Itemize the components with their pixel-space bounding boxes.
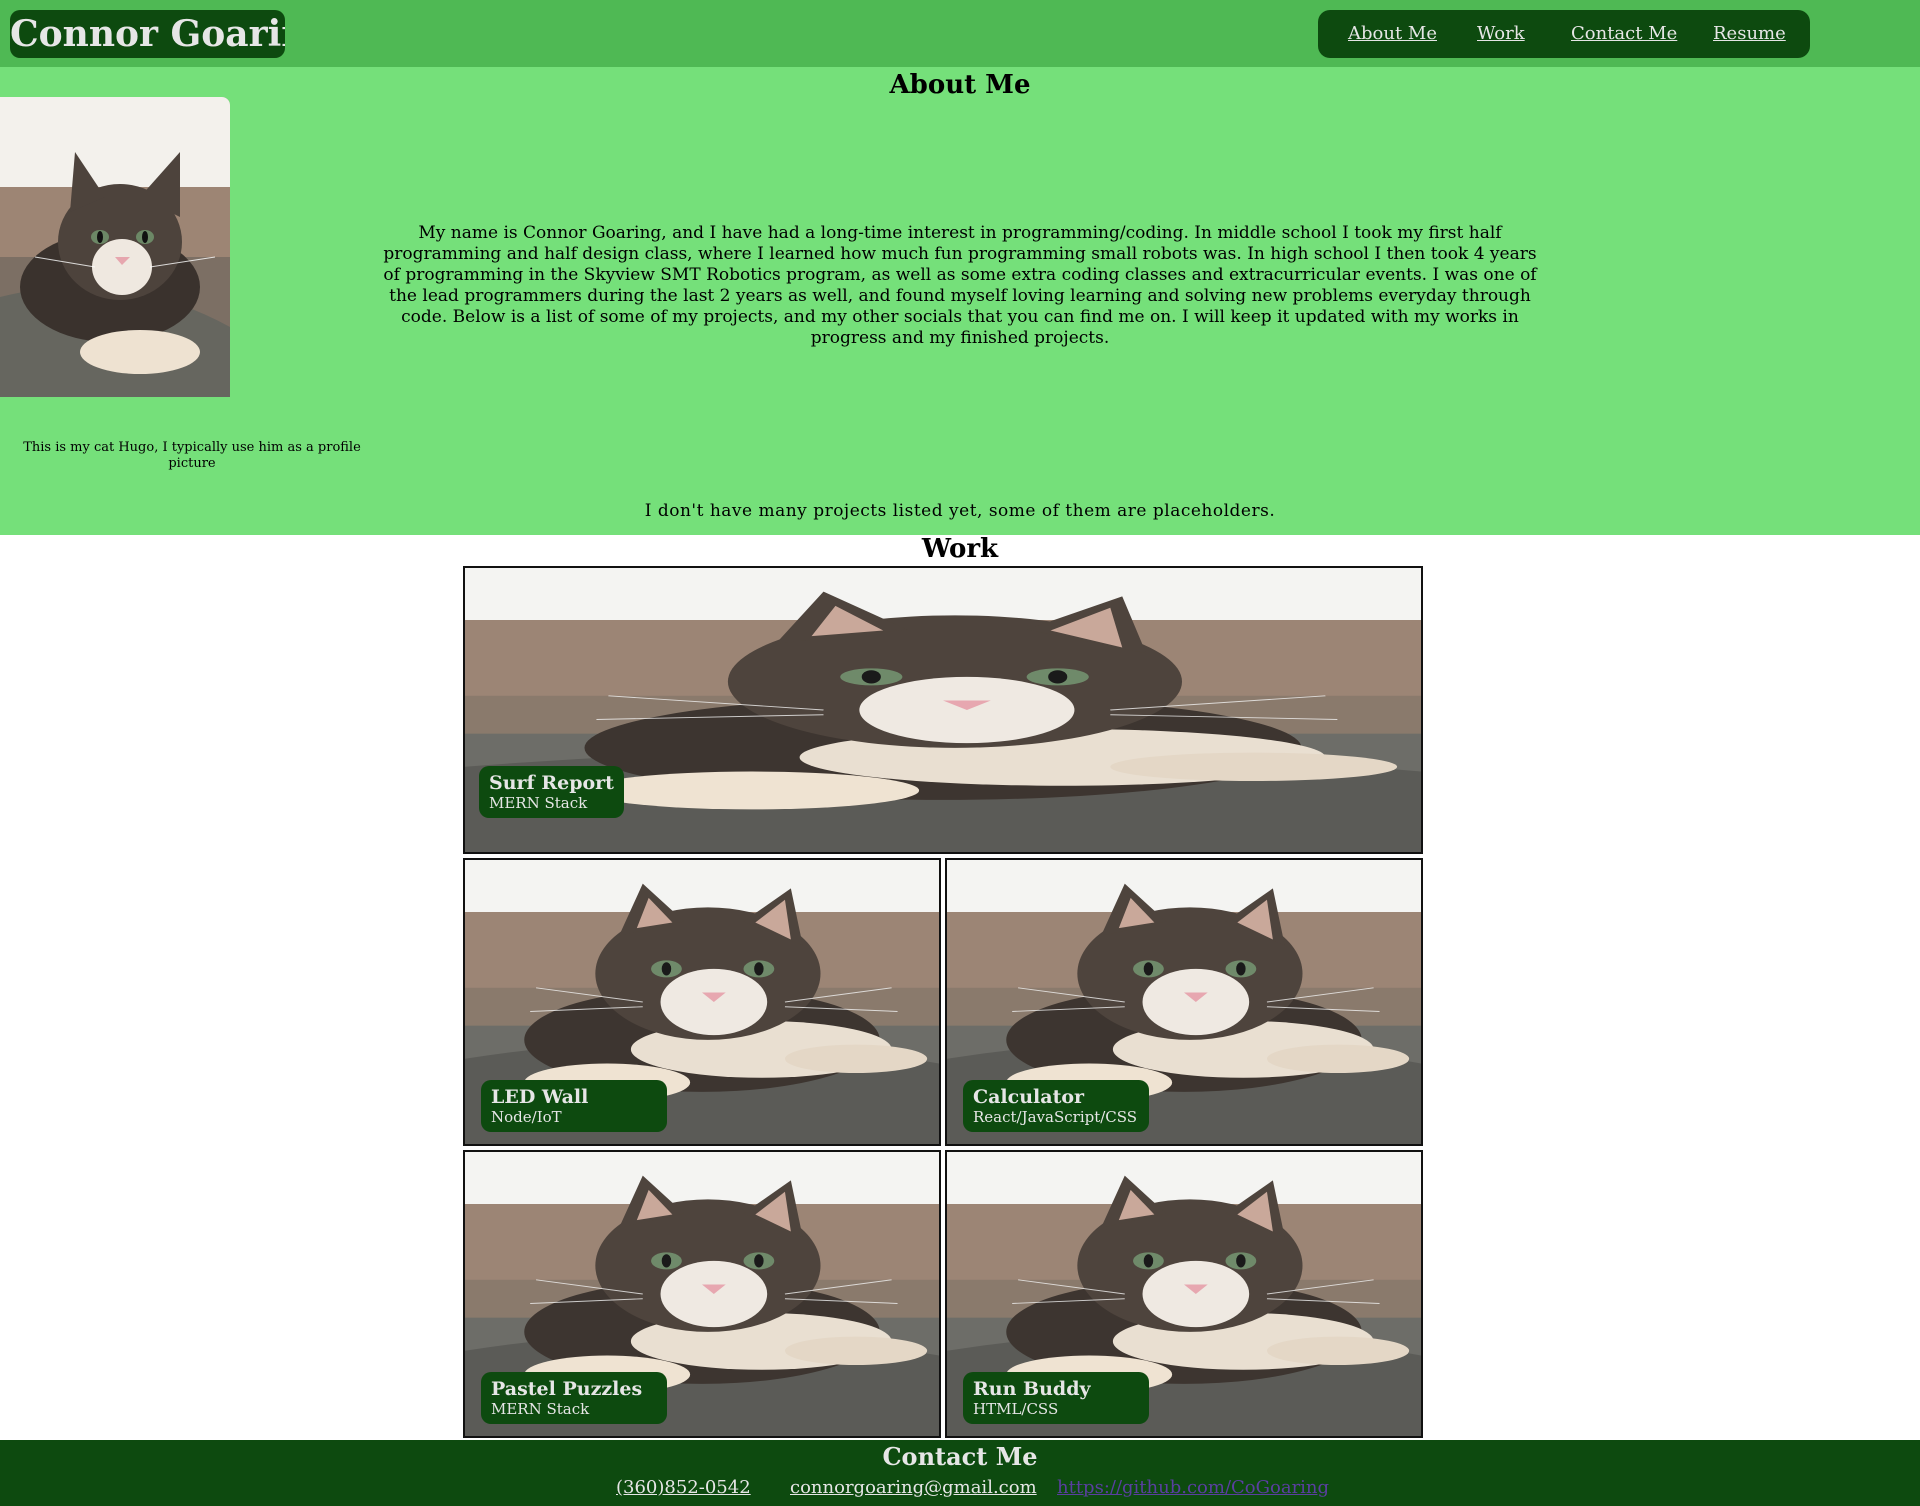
- contact-email-link[interactable]: connorgoaring@gmail.com: [790, 1476, 1037, 1500]
- project-label: Calculator React/JavaScript/CSS: [963, 1080, 1149, 1132]
- project-tech: Node/IoT: [491, 1108, 562, 1126]
- project-tech: MERN Stack: [491, 1400, 590, 1418]
- project-name: Pastel Puzzles: [491, 1378, 643, 1400]
- about-section: About Me This is my cat Hugo, I typicall…: [0, 67, 1920, 535]
- project-label: Surf Report MERN Stack: [479, 766, 624, 818]
- project-card-calculator[interactable]: Calculator React/JavaScript/CSS: [945, 858, 1423, 1146]
- site-header: Connor Goaring About Me Work Contact Me …: [0, 0, 1920, 67]
- project-card-surf-report[interactable]: Surf Report MERN Stack: [463, 566, 1423, 854]
- contact-phone-link[interactable]: (360)852-0542: [616, 1476, 751, 1500]
- nav-resume[interactable]: Resume: [1713, 10, 1786, 58]
- projects-note: I don't have many projects listed yet, s…: [644, 501, 1276, 521]
- project-name: Run Buddy: [973, 1378, 1091, 1400]
- project-card-led-wall[interactable]: LED Wall Node/IoT: [463, 858, 941, 1146]
- profile-caption: This is my cat Hugo, I typically use him…: [23, 440, 361, 471]
- site-brand[interactable]: Connor Goaring: [10, 10, 285, 58]
- nav-about-me[interactable]: About Me: [1348, 10, 1437, 58]
- about-title: About Me: [889, 70, 1031, 100]
- project-label: Pastel Puzzles MERN Stack: [481, 1372, 667, 1424]
- project-name: LED Wall: [491, 1086, 589, 1108]
- about-bio: My name is Connor Goaring, and I have ha…: [383, 223, 1537, 348]
- project-tech: HTML/CSS: [973, 1400, 1059, 1418]
- profile-picture: [0, 97, 230, 397]
- project-card-pastel-puzzles[interactable]: Pastel Puzzles MERN Stack: [463, 1150, 941, 1438]
- main-nav: About Me Work Contact Me Resume: [1318, 10, 1810, 58]
- project-tech: React/JavaScript/CSS: [973, 1108, 1138, 1126]
- project-label: LED Wall Node/IoT: [481, 1080, 667, 1132]
- project-tech: MERN Stack: [489, 794, 588, 812]
- project-name: Surf Report: [489, 772, 614, 794]
- contact-title: Contact Me: [882, 1442, 1038, 1471]
- nav-work[interactable]: Work: [1477, 10, 1525, 58]
- work-title: Work: [921, 534, 999, 564]
- project-name: Calculator: [973, 1086, 1085, 1108]
- contact-section: Contact Me (360)852-0542 connorgoaring@g…: [0, 1440, 1920, 1506]
- nav-contact-me[interactable]: Contact Me: [1571, 10, 1677, 58]
- project-label: Run Buddy HTML/CSS: [963, 1372, 1149, 1424]
- contact-github-link[interactable]: https://github.com/CoGoaring: [1057, 1476, 1329, 1500]
- project-card-run-buddy[interactable]: Run Buddy HTML/CSS: [945, 1150, 1423, 1438]
